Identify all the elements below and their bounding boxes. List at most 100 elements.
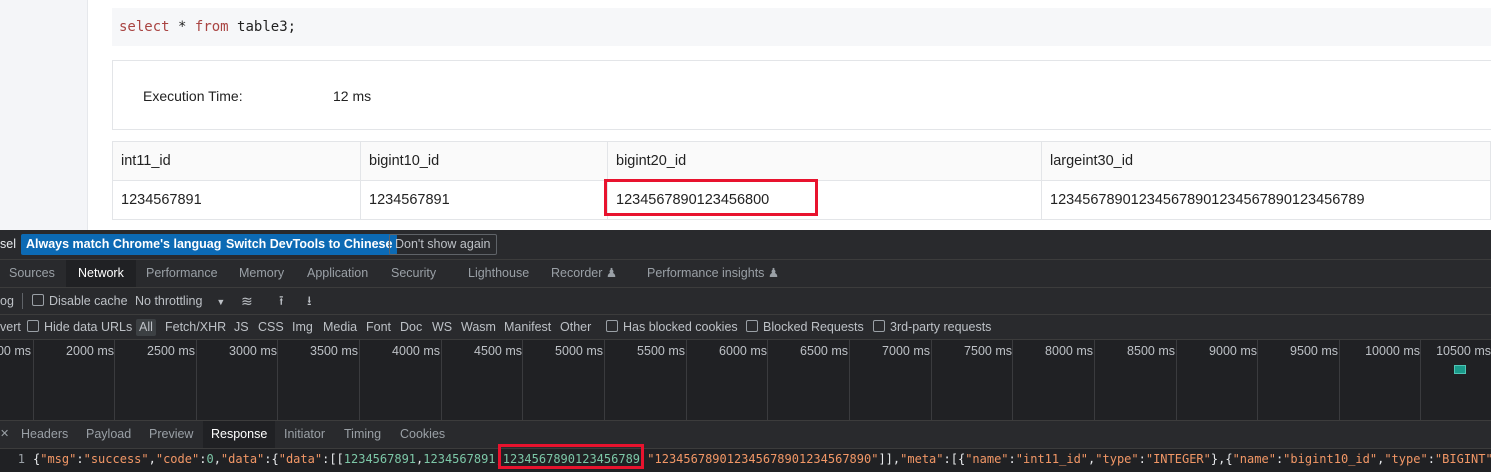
timeline-tick: 6000 ms xyxy=(719,344,767,358)
infobar-text: sel xyxy=(0,237,16,251)
timeline-gridline xyxy=(1094,340,1095,420)
has-blocked-cookies-label: Has blocked cookies xyxy=(623,320,738,334)
tab-preview[interactable]: Preview xyxy=(149,421,193,448)
tab-security[interactable]: Security xyxy=(391,260,436,287)
json-token: "success" xyxy=(83,452,149,466)
sql-keyword-select: select xyxy=(119,19,170,35)
blocked-requests-checkbox[interactable]: Blocked Requests xyxy=(746,315,864,339)
highlight-box-response-value xyxy=(498,444,644,469)
timeline-gridline xyxy=(522,340,523,420)
timeline-tick: 9500 ms xyxy=(1290,344,1338,358)
response-body[interactable]: 1 {"msg":"success","code":0,"data":{"dat… xyxy=(0,449,1491,472)
filter-other[interactable]: Other xyxy=(560,315,591,339)
json-token: 1234567891 xyxy=(423,452,496,466)
timeline-tick: 6500 ms xyxy=(800,344,848,358)
json-token: "data" xyxy=(278,452,323,466)
timeline-gridline xyxy=(1420,340,1421,420)
json-token: "meta" xyxy=(900,452,944,466)
tab-initiator[interactable]: Initiator xyxy=(284,421,325,448)
import-har-icon[interactable]: ⭱ xyxy=(279,288,284,314)
tab-payload[interactable]: Payload xyxy=(86,421,131,448)
invert-filter-label[interactable]: vert xyxy=(0,315,21,339)
json-token: , xyxy=(213,452,221,466)
request-detail-tabs: ✕ Headers Payload Preview Response Initi… xyxy=(0,421,1491,449)
filter-manifest[interactable]: Manifest xyxy=(504,315,551,339)
tab-network[interactable]: Network xyxy=(66,260,136,287)
timeline-tick: 8000 ms xyxy=(1045,344,1093,358)
disable-cache-checkbox[interactable]: Disable cache xyxy=(32,288,128,314)
json-token: , xyxy=(148,452,156,466)
timeline-gridline xyxy=(686,340,687,420)
dropdown-arrow-icon: ▼ xyxy=(216,297,226,307)
timeline-gridline xyxy=(196,340,197,420)
tab-performance[interactable]: Performance xyxy=(146,260,218,287)
timeline-tick: 8500 ms xyxy=(1127,344,1175,358)
tab-cookies[interactable]: Cookies xyxy=(400,421,445,448)
network-timeline-overview[interactable]: 00 ms 2000 ms 2500 ms 3000 ms 3500 ms 40… xyxy=(0,340,1491,421)
timeline-tick: 7500 ms xyxy=(964,344,1012,358)
json-token: 1234567891 xyxy=(343,452,417,466)
third-party-requests-checkbox[interactable]: 3rd-party requests xyxy=(873,315,991,339)
json-token: ]], xyxy=(878,452,901,466)
tab-lighthouse[interactable]: Lighthouse xyxy=(468,260,529,287)
toolbar-divider xyxy=(22,293,23,309)
throttling-value: No throttling xyxy=(135,294,203,308)
wifi-settings-icon[interactable]: ≋ xyxy=(241,288,253,314)
json-token: "bigint10_id" xyxy=(1283,452,1378,466)
dont-show-again-button[interactable]: Don't show again xyxy=(389,234,497,255)
tab-application[interactable]: Application xyxy=(307,260,368,287)
timeline-tick: 00 ms xyxy=(0,344,31,358)
tab-performance-insights[interactable]: Performance insights ♟ xyxy=(647,260,779,287)
has-blocked-cookies-checkbox[interactable]: Has blocked cookies xyxy=(606,315,738,339)
tab-headers[interactable]: Headers xyxy=(21,421,68,448)
filter-js[interactable]: JS xyxy=(234,315,249,339)
checkbox-icon xyxy=(27,320,39,332)
always-match-language-button[interactable]: Always match Chrome's language xyxy=(21,234,234,255)
filter-fetch-xhr[interactable]: Fetch/XHR xyxy=(165,315,226,339)
filter-bar: vert Hide data URLs All Fetch/XHR JS CSS… xyxy=(0,315,1491,340)
left-sidebar-strip xyxy=(0,0,88,230)
json-token: "name" xyxy=(965,452,1009,466)
timeline-tick: 5000 ms xyxy=(555,344,603,358)
filter-all[interactable]: All xyxy=(136,319,156,336)
json-token: : xyxy=(1008,452,1016,466)
tab-sources[interactable]: Sources xyxy=(9,260,55,287)
highlight-box-bigint20 xyxy=(604,179,818,216)
timeline-tick: 2500 ms xyxy=(147,344,195,358)
query-result-panel: select * from table3; Execution Time: 12… xyxy=(0,0,1491,230)
tab-recorder[interactable]: Recorder ♟ xyxy=(551,260,617,287)
filter-css[interactable]: CSS xyxy=(258,315,284,339)
filter-doc[interactable]: Doc xyxy=(400,315,422,339)
close-icon[interactable]: ✕ xyxy=(0,421,9,448)
tab-memory[interactable]: Memory xyxy=(239,260,284,287)
checkbox-icon xyxy=(873,320,885,332)
filter-wasm[interactable]: Wasm xyxy=(461,315,496,339)
filter-ws[interactable]: WS xyxy=(432,315,452,339)
devtools-panel: sel Always match Chrome's language Switc… xyxy=(0,230,1491,472)
throttling-select[interactable]: No throttling ▼ xyxy=(135,288,225,315)
json-token: : xyxy=(1138,452,1146,466)
tab-timing[interactable]: Timing xyxy=(344,421,381,448)
export-har-icon[interactable]: ⭳ xyxy=(307,288,312,314)
json-token: :[{ xyxy=(943,452,966,466)
hide-data-urls-checkbox[interactable]: Hide data URLs xyxy=(27,315,132,339)
execution-info: Execution Time: 12 ms xyxy=(112,60,1491,130)
checkbox-icon xyxy=(32,294,44,306)
timeline-tick: 4500 ms xyxy=(474,344,522,358)
json-token: 0 xyxy=(206,452,214,466)
json-token: "int11_id" xyxy=(1015,452,1089,466)
switch-to-chinese-button[interactable]: Switch DevTools to Chinese xyxy=(221,234,398,255)
request-timing-marker xyxy=(1454,365,1466,374)
filter-font[interactable]: Font xyxy=(366,315,391,339)
preserve-log-label[interactable]: og xyxy=(0,288,14,314)
tab-response[interactable]: Response xyxy=(203,421,276,448)
filter-media[interactable]: Media xyxy=(323,315,357,339)
sql-editor[interactable]: select * from table3; xyxy=(112,8,1491,46)
json-token: "data" xyxy=(220,452,265,466)
json-token: "INTEGER" xyxy=(1145,452,1211,466)
column-header: bigint10_id xyxy=(360,141,608,181)
filter-img[interactable]: Img xyxy=(292,315,313,339)
json-token: : xyxy=(1427,452,1435,466)
timeline-tick: 7000 ms xyxy=(882,344,930,358)
json-token: },{ xyxy=(1210,452,1233,466)
